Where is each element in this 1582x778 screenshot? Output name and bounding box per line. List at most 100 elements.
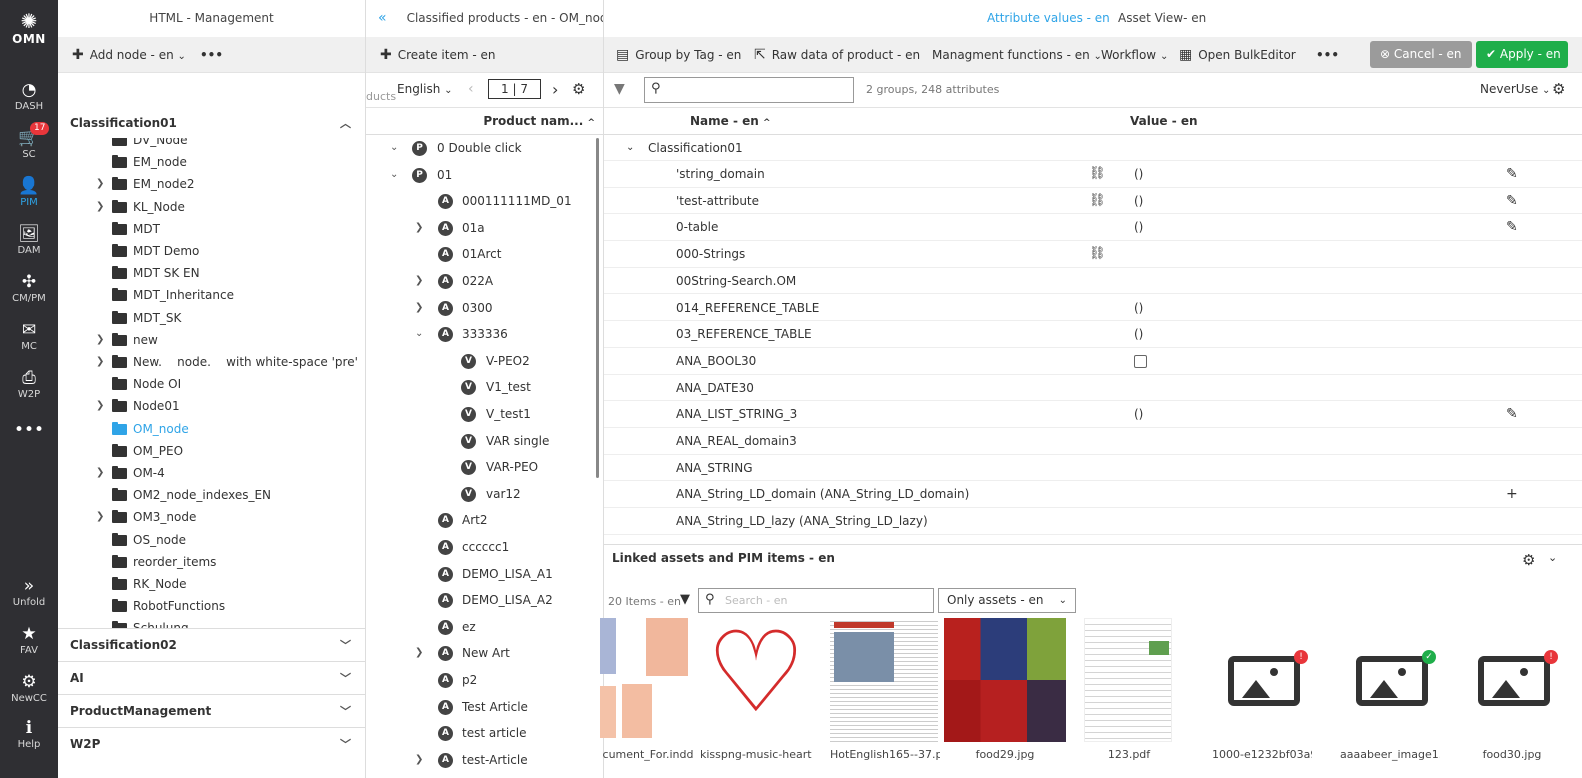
section-header-classification01[interactable]: Classification01 ︿ (58, 107, 365, 140)
add-node-button[interactable]: ✚ Add node - en ⌄ (72, 37, 186, 73)
product-row[interactable]: A DEMO_LISA_A2 (366, 587, 595, 614)
workflow-menu[interactable]: Workflow ⌄ (1101, 37, 1168, 73)
product-name-column-header[interactable]: Product nam... ^ (366, 108, 603, 135)
tree-node[interactable]: ❯ New. node. with white-space 'pre' (58, 351, 365, 373)
tree-node[interactable]: ❯ EM_node2 (58, 173, 365, 195)
edit-pencil-icon[interactable]: ✎ (1506, 161, 1518, 187)
tree-node[interactable]: MDT_Inheritance (58, 284, 365, 306)
gear-icon[interactable]: ⚙ (572, 80, 585, 98)
gear-icon[interactable]: ⚙ (1522, 551, 1535, 569)
rail-item-dam[interactable]: 🖼 DAM (0, 224, 58, 256)
product-row[interactable]: Ap2 (366, 667, 595, 694)
tree-node[interactable]: Node OI (58, 373, 365, 395)
attribute-row[interactable]: ANA_REAL_domain3 (604, 428, 1582, 455)
asset-thumbnail[interactable]: ! food30.jpg (1462, 618, 1562, 761)
product-row[interactable]: ❯ Atest-Article (366, 747, 595, 774)
rail-item-fav[interactable]: ★ FAV (0, 624, 58, 656)
product-list-scrollbar[interactable] (596, 138, 599, 478)
tree-node[interactable]: ❯ OM3_node (58, 506, 365, 528)
chevron-right-icon[interactable]: ❯ (96, 173, 106, 195)
asset-thumbnail[interactable]: food29.jpg (944, 618, 1066, 761)
product-row[interactable]: Atest article (366, 720, 595, 747)
page-input[interactable]: 1 | 7 (488, 79, 541, 99)
prev-page-icon[interactable]: ‹ (468, 81, 474, 97)
product-row[interactable]: A Test Article (366, 694, 595, 721)
create-item-button[interactable]: ✚ Create item - en (380, 37, 495, 73)
product-row[interactable]: ⌄ A 333336 (366, 321, 595, 348)
attribute-row[interactable]: 'string_domain ⛓ () ✎ (604, 161, 1582, 188)
rail-item-pim[interactable]: 👤 PIM (0, 176, 58, 208)
edit-pencil-icon[interactable]: ✎ (1506, 214, 1518, 240)
attribute-search-input[interactable]: ⚲ (644, 77, 854, 103)
more-options-button[interactable]: ••• (200, 37, 223, 73)
cancel-button[interactable]: ⊗ Cancel - en (1370, 41, 1472, 68)
attribute-row[interactable]: 00String-Search.OM (604, 268, 1582, 295)
rail-item-sc[interactable]: 🛒 SC 17 (0, 122, 58, 160)
rail-item-unfold[interactable]: » Unfold (0, 576, 58, 608)
tree-node[interactable]: EM_node (58, 151, 365, 173)
tree-node[interactable]: Schulung (58, 617, 365, 628)
unlink-icon[interactable]: ⛓ (1089, 241, 1106, 267)
attribute-row[interactable]: ANA_String_LD_lazy (ANA_String_LD_lazy) (604, 508, 1582, 535)
rail-item-mc[interactable]: ✉ MC (0, 320, 58, 352)
chevron-right-icon[interactable]: ❯ (415, 268, 423, 294)
tree-node[interactable]: OS_node (58, 529, 365, 551)
checkbox-box[interactable] (1134, 354, 1147, 368)
attribute-group-row[interactable]: ⌄ Classification01 (604, 135, 1582, 161)
chevron-right-icon[interactable]: ❯ (96, 506, 106, 528)
filter-icon[interactable]: ▼ (614, 81, 625, 97)
section-header-w2p[interactable]: W2P ﹀ (58, 727, 365, 760)
collapse-left-icon[interactable]: « (378, 10, 387, 26)
product-row[interactable]: ❯ A 01a (366, 215, 595, 242)
attribute-row[interactable]: ANA_STRING (604, 455, 1582, 482)
attribute-row[interactable]: 'test-attribute ⛓ () ✎ (604, 188, 1582, 215)
product-row[interactable]: A DEMO_LISA_A1 (366, 561, 595, 588)
management-functions-menu[interactable]: Managment functions - en ⌄ (932, 37, 1102, 73)
product-row[interactable]: V VAR single (366, 428, 595, 455)
edit-pencil-icon[interactable]: ✎ (1506, 401, 1518, 427)
attribute-row[interactable]: ANA_BOOL30 (604, 348, 1582, 375)
tree-node[interactable]: MDT SK EN (58, 262, 365, 284)
product-row[interactable]: Vvar12 (366, 481, 595, 508)
attribute-row[interactable]: 014_REFERENCE_TABLE () (604, 295, 1582, 322)
unlink-icon[interactable]: ⛓ (1089, 188, 1106, 214)
product-row[interactable]: A Art2 (366, 507, 595, 534)
product-row[interactable]: A 000111111MD_01 (366, 188, 595, 215)
attribute-checkbox[interactable] (1134, 348, 1147, 374)
product-row[interactable]: V V_test1 (366, 401, 595, 428)
section-header-productmanagement[interactable]: ProductManagement ﹀ (58, 694, 365, 727)
value-column-header[interactable]: Value - en (1130, 108, 1198, 134)
omn-logo[interactable]: ✺ OMN (0, 10, 58, 46)
add-value-icon[interactable]: + (1506, 481, 1518, 507)
chevron-right-icon[interactable]: ❯ (96, 351, 106, 373)
tree-node[interactable]: OM_node (58, 418, 365, 440)
product-row[interactable]: ⌄ P 0 Double click (366, 135, 595, 162)
chevron-down-icon[interactable]: ⌄ (390, 135, 398, 161)
attribute-row[interactable]: ANA_DATE30 (604, 375, 1582, 402)
chevron-right-icon[interactable]: ❯ (415, 747, 423, 773)
product-row[interactable]: ❯ A 022A (366, 268, 595, 295)
attribute-row[interactable]: ANA_String_LD_domain (ANA_String_LD_doma… (604, 481, 1582, 509)
chevron-right-icon[interactable]: ❯ (96, 329, 106, 351)
chevron-right-icon[interactable]: ❯ (415, 295, 423, 321)
name-column-header[interactable]: Name - en ^ (690, 108, 771, 136)
rail-item-newcc[interactable]: ⚙ NewCC (0, 672, 58, 704)
tree-node[interactable]: DV_Node (58, 138, 365, 151)
tree-node[interactable]: RK_Node (58, 573, 365, 595)
rail-item-cmpm[interactable]: ✣ CM/PM (0, 272, 58, 304)
tree-node[interactable]: MDT_SK (58, 307, 365, 329)
tree-node[interactable]: MDT (58, 218, 365, 240)
unlink-icon[interactable]: ⛓ (1089, 161, 1106, 187)
asset-thumbnail[interactable]: ♡ kisspng-music-heart... (700, 608, 812, 761)
gear-icon[interactable]: ⚙ (1552, 80, 1565, 98)
chevron-right-icon[interactable]: ❯ (96, 196, 106, 218)
product-row[interactable]: Acccccc1 (366, 534, 595, 561)
tree-node[interactable]: OM2_node_indexes_EN (58, 484, 365, 506)
chevron-right-icon[interactable]: ❯ (415, 215, 423, 241)
attribute-row[interactable]: 000-Strings ⛓ (604, 241, 1582, 268)
attribute-row[interactable]: ANA_LIST_STRING_3 () ✎ (604, 401, 1582, 428)
filter-icon[interactable]: ▼ (680, 592, 690, 607)
tab-asset-view[interactable]: Asset View- en (1118, 0, 1206, 37)
product-row[interactable]: ⌄ P 01 (366, 162, 595, 189)
more-options-button[interactable]: ••• (1316, 37, 1339, 73)
